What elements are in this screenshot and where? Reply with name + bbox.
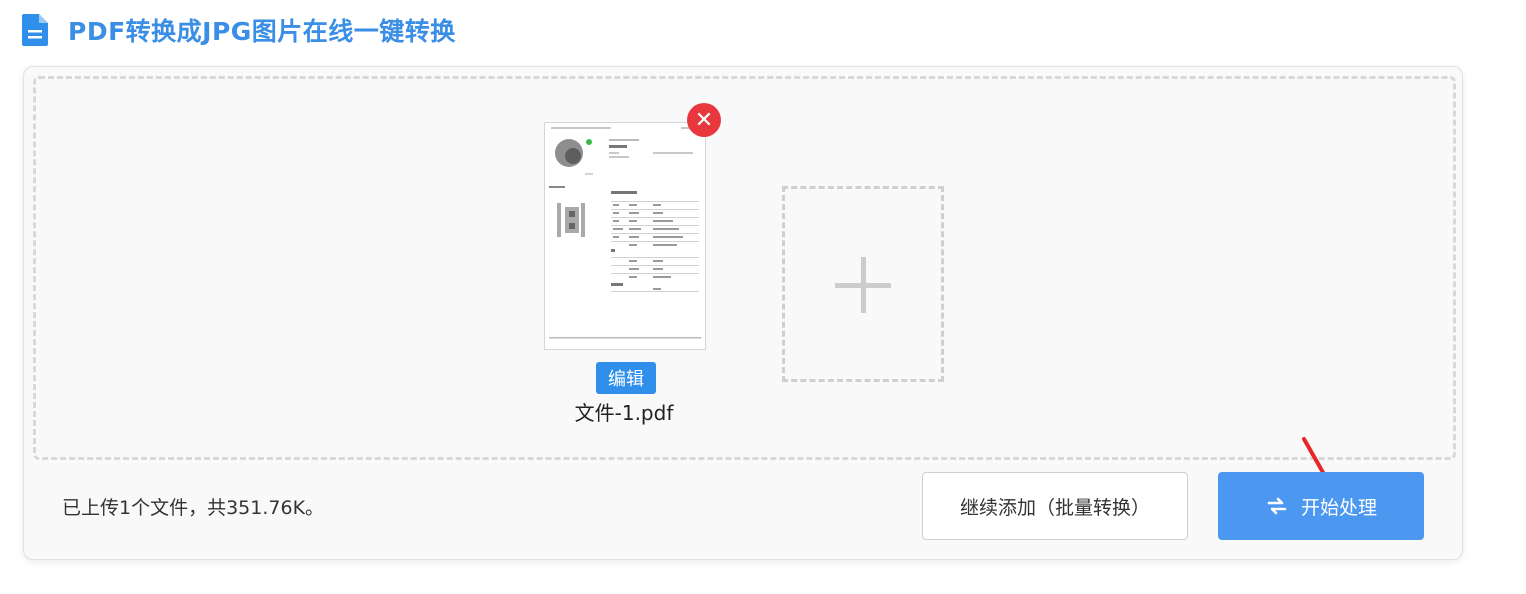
start-process-button[interactable]: 开始处理 [1218,472,1424,540]
add-file-tile[interactable] [782,186,944,382]
drop-zone[interactable]: ✕ 编辑 文件-1.pdf [33,76,1456,529]
start-process-label: 开始处理 [1300,496,1377,519]
file-name: 文件-1.pdf [574,401,674,425]
remove-file-button[interactable]: ✕ [687,103,721,137]
pdf-page-preview [549,127,701,339]
upload-panel: ✕ 编辑 文件-1.pdf 已上传1个文件，共351.76K。 继续添加（批量转… [23,66,1463,560]
file-thumbnail[interactable] [544,122,706,350]
close-icon: ✕ [694,107,714,133]
page-header: PDF转换成JPG图片在线一键转换 [22,10,456,50]
page-title: PDF转换成JPG图片在线一键转换 [68,17,456,46]
edit-button[interactable]: 编辑 [596,362,656,394]
swap-arrows-icon [1267,497,1287,515]
upload-status: 已上传1个文件，共351.76K。 [62,497,325,519]
continue-add-button[interactable]: 继续添加（批量转换） [922,472,1188,540]
document-icon [22,14,48,46]
